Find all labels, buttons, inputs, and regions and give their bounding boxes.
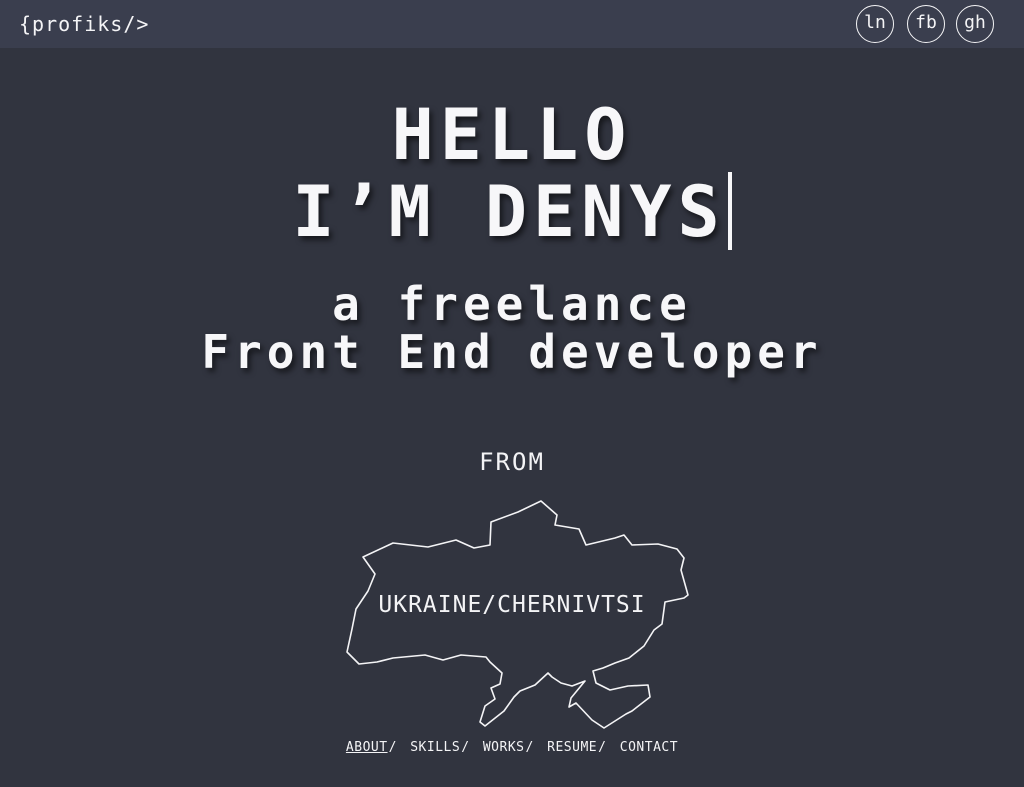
- bottom-nav: ABOUT/ SKILLS/ WORKS/ RESUME/ CONTACT: [0, 740, 1024, 755]
- from-label: FROM: [479, 448, 545, 476]
- hero-sub-line-2: Front End developer: [201, 325, 823, 379]
- hero-line-name: I’M DENYS: [292, 171, 726, 253]
- nav-item-contact[interactable]: CONTACT: [620, 740, 678, 755]
- hero-heading: HELLO I’M DENYS: [0, 98, 1024, 250]
- hero-line-hello: HELLO: [391, 94, 633, 176]
- top-bar: {profiks/> ln fb gh: [0, 0, 1024, 48]
- nav-item-resume[interactable]: RESUME: [547, 740, 597, 755]
- site-logo[interactable]: {profiks/>: [19, 12, 149, 36]
- github-link[interactable]: gh: [956, 5, 994, 43]
- typing-cursor: [727, 172, 732, 250]
- nav-separator: /: [525, 740, 534, 755]
- hero-line-name-wrap: I’M DENYS: [0, 172, 1024, 250]
- nav-item-skills[interactable]: SKILLS: [410, 740, 460, 755]
- nav-separator: /: [598, 740, 607, 755]
- nav-item-works[interactable]: WORKS: [483, 740, 525, 755]
- linkedin-link[interactable]: ln: [856, 5, 894, 43]
- facebook-link[interactable]: fb: [907, 5, 945, 43]
- nav-item-about[interactable]: ABOUT: [346, 740, 388, 755]
- nav-separator: /: [461, 740, 470, 755]
- nav-separator: /: [388, 740, 397, 755]
- hero-sub-line-1: a freelance: [332, 277, 692, 331]
- hero-subheading: a freelance Front End developer: [0, 280, 1024, 376]
- location-label: UKRAINE/CHERNIVTSI: [378, 592, 646, 618]
